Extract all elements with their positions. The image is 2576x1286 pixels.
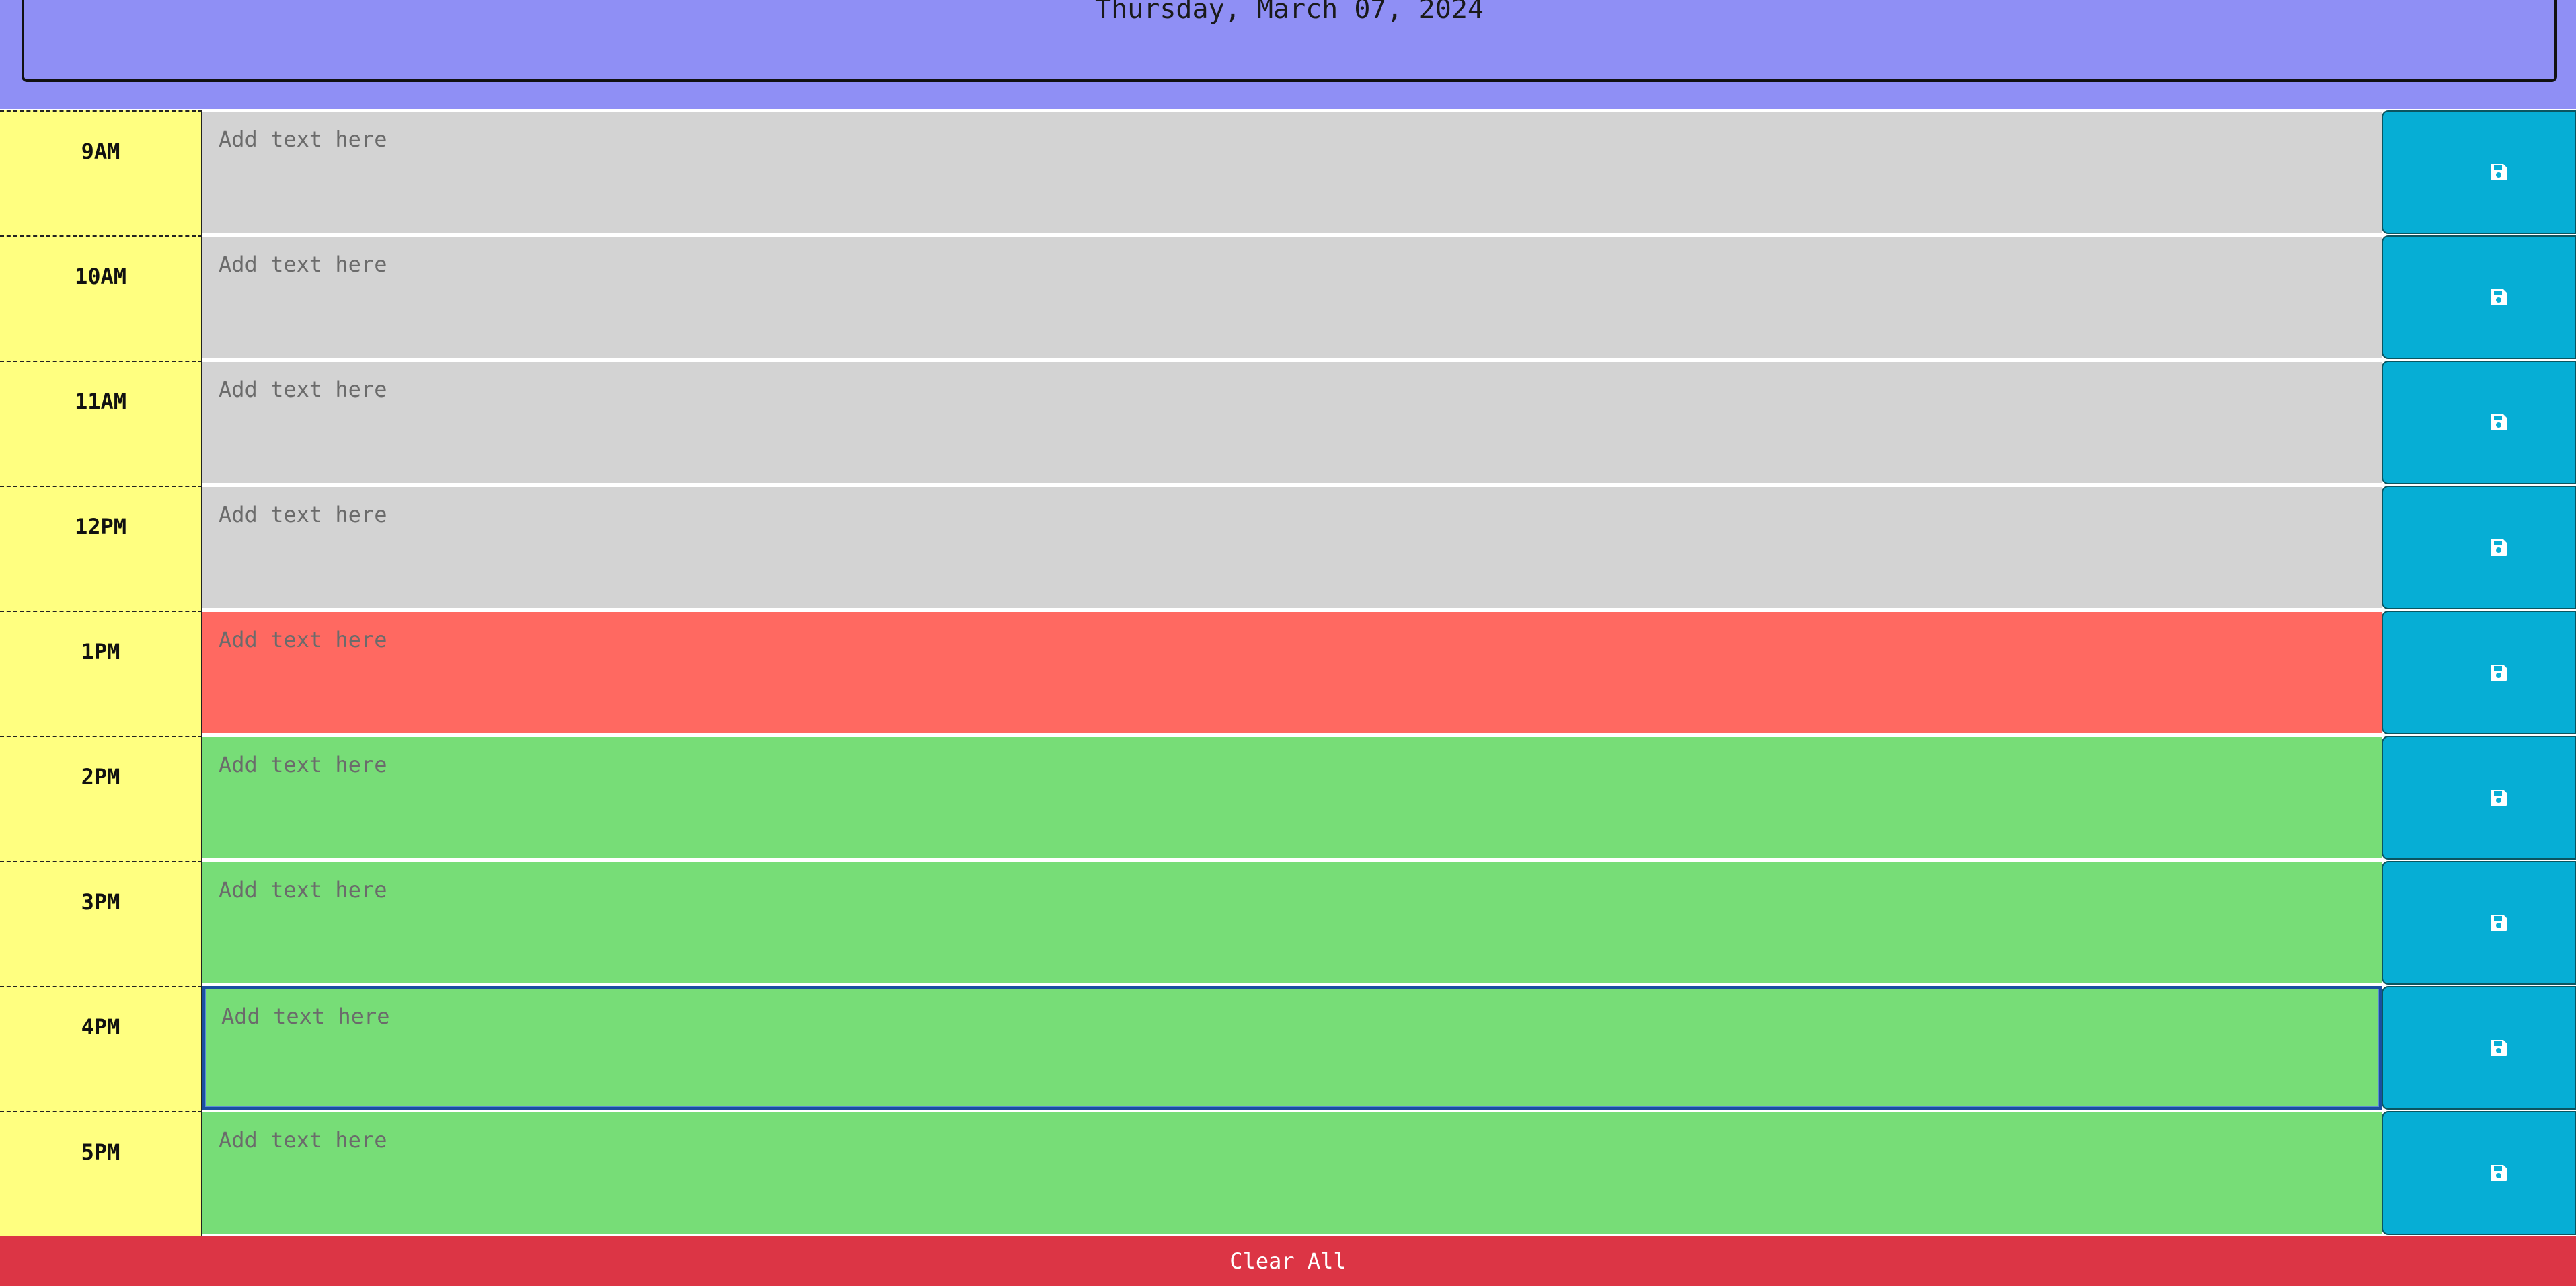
floppy-disk-icon [2490,539,2507,556]
day-planner-page: Thursday, March 07, 2024 9AM 10AM 11AM [0,0,2576,1286]
timeblock-row: 3PM [0,861,2576,986]
floppy-disk-icon [2490,665,2507,681]
floppy-disk-icon [2490,790,2507,806]
header: Thursday, March 07, 2024 [0,0,2576,109]
hour-label: 12PM [74,514,127,539]
hour-label: 9AM [81,139,120,164]
save-button[interactable] [2382,361,2576,484]
current-date: Thursday, March 07, 2024 [1095,0,1484,25]
hour-label: 3PM [81,889,120,915]
hour-label: 1PM [81,639,120,665]
hour-cell: 1PM [0,611,202,736]
save-button[interactable] [2382,611,2576,734]
hour-label: 10AM [74,264,127,289]
timeblock-row: 4PM [0,986,2576,1111]
timeblock-row: 12PM [0,486,2576,611]
timeblock-row: 1PM [0,611,2576,736]
event-textarea[interactable] [202,611,2382,734]
event-textarea[interactable] [202,110,2382,234]
save-button[interactable] [2382,1111,2576,1235]
floppy-disk-icon [2490,414,2507,430]
event-textarea[interactable] [202,1111,2382,1235]
save-button[interactable] [2382,861,2576,985]
timeblock-list: 9AM 10AM 11AM [0,110,2576,1236]
floppy-disk-icon [2490,164,2507,180]
event-textarea[interactable] [202,486,2382,609]
hour-label: 11AM [74,389,127,414]
floppy-disk-icon [2490,289,2507,305]
hour-label: 4PM [81,1014,120,1040]
hour-cell: 10AM [0,235,202,361]
date-banner: Thursday, March 07, 2024 [22,0,2557,82]
floppy-disk-icon [2490,1165,2507,1181]
timeblock-row: 10AM [0,235,2576,361]
hour-cell: 12PM [0,486,202,611]
event-textarea[interactable] [202,736,2382,860]
floppy-disk-icon [2490,1040,2507,1056]
hour-cell: 9AM [0,110,202,235]
hour-cell: 4PM [0,986,202,1111]
hour-cell: 2PM [0,736,202,861]
floppy-disk-icon [2490,915,2507,931]
timeblock-row: 11AM [0,361,2576,486]
save-button[interactable] [2382,235,2576,359]
save-button[interactable] [2382,986,2576,1110]
event-textarea[interactable] [202,235,2382,359]
timeblock-row: 2PM [0,736,2576,861]
timeblock-row: 9AM [0,110,2576,235]
hour-cell: 5PM [0,1111,202,1236]
timeblock-row: 5PM [0,1111,2576,1236]
hour-cell: 3PM [0,861,202,986]
event-textarea[interactable] [202,861,2382,985]
save-button[interactable] [2382,736,2576,860]
clear-all-button[interactable]: Clear All [0,1236,2576,1286]
hour-label: 5PM [81,1139,120,1165]
event-textarea[interactable] [202,986,2382,1110]
hour-cell: 11AM [0,361,202,486]
save-button[interactable] [2382,110,2576,234]
hour-label: 2PM [81,764,120,790]
event-textarea[interactable] [202,361,2382,484]
save-button[interactable] [2382,486,2576,609]
